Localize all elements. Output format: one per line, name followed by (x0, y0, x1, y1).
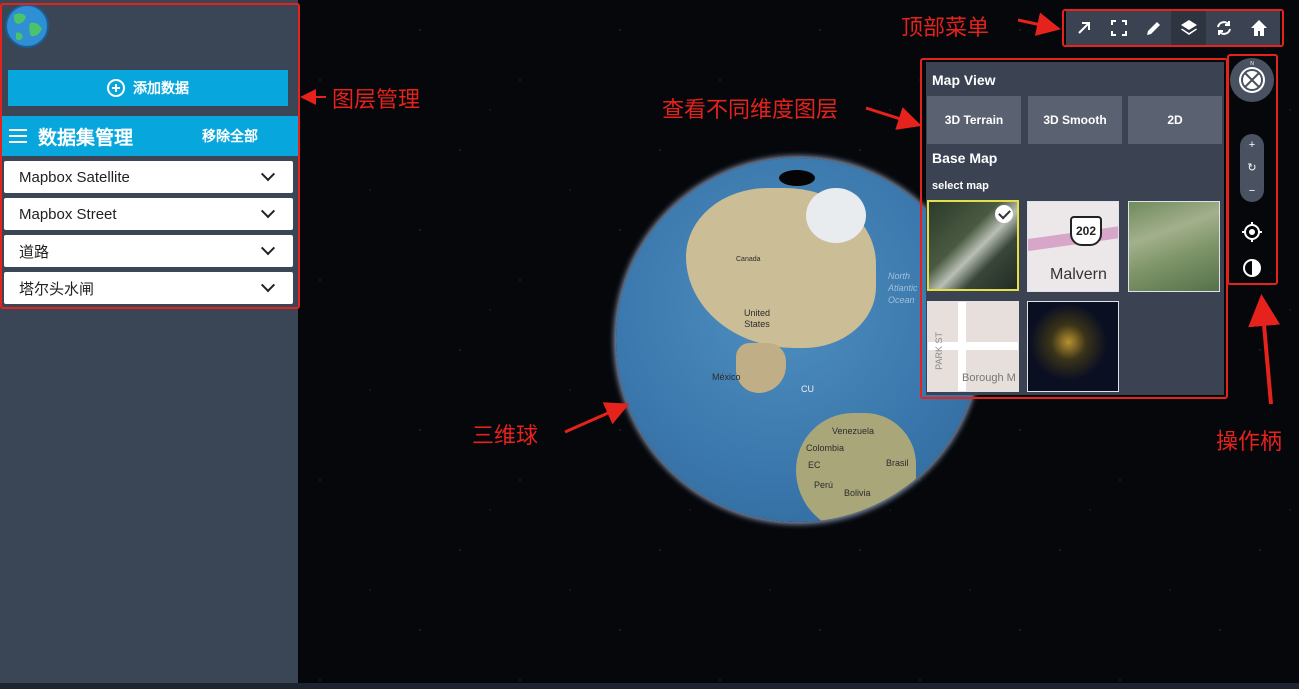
layer-item-label: 塔尔头水闸 (19, 280, 95, 298)
home-icon[interactable] (1241, 11, 1276, 45)
thumb-place-label: Borough M (962, 372, 1016, 384)
select-map-label: select map (932, 180, 989, 192)
globe-label: México (712, 372, 741, 382)
chevron-down-icon[interactable] (260, 241, 276, 256)
globe-label: Venezuela (832, 426, 875, 436)
chevron-down-icon[interactable] (260, 278, 276, 293)
top-toolbar (1066, 11, 1280, 45)
bottom-strip (0, 683, 1299, 689)
polar-cap (779, 170, 815, 186)
compass-icon[interactable]: N (1230, 58, 1274, 102)
locate-icon[interactable] (1240, 220, 1264, 244)
thumb-street-label: PARK ST (934, 332, 944, 370)
arrow-up-right-icon[interactable] (1066, 11, 1101, 45)
layer-item-label: Mapbox Street (19, 205, 117, 223)
dataset-header: 数据集管理 移除全部 (0, 116, 298, 156)
zoom-out-button[interactable]: − (1249, 185, 1255, 197)
navigation-handle: N + ↻ − (1230, 58, 1274, 284)
layer-item-label: 道路 (19, 243, 50, 261)
fullscreen-icon[interactable] (1101, 11, 1136, 45)
earth-logo-icon (5, 4, 49, 48)
basemap-thumb-night[interactable] (1027, 301, 1119, 392)
contrast-icon[interactable] (1240, 256, 1264, 280)
layers-icon[interactable] (1171, 11, 1206, 45)
layer-item[interactable]: 道路 (4, 235, 293, 267)
hamburger-menu-icon[interactable] (9, 129, 27, 143)
layer-item[interactable]: Mapbox Street (4, 198, 293, 230)
thumb-place-label: Malvern (1050, 266, 1107, 283)
basemap-thumb-light[interactable]: PARK ST Borough M (927, 301, 1019, 392)
checkmark-icon (995, 205, 1013, 223)
view-2d-button[interactable]: 2D (1128, 96, 1222, 144)
annotation-top-menu: 顶部菜单 (901, 15, 990, 40)
globe-label: CU (801, 384, 814, 394)
pencil-icon[interactable] (1136, 11, 1171, 45)
layer-sidebar: 添加数据 数据集管理 移除全部 Mapbox Satellite Mapbox … (0, 0, 298, 683)
layer-item[interactable]: 塔尔头水闸 (4, 272, 293, 304)
central-america-land (736, 343, 786, 393)
remove-all-button[interactable]: 移除全部 (202, 126, 258, 146)
basemap-thumb-aerial[interactable] (1128, 201, 1220, 292)
view-3d-terrain-button[interactable]: 3D Terrain (927, 96, 1021, 144)
refresh-icon[interactable] (1206, 11, 1241, 45)
plus-circle-icon (107, 79, 125, 97)
chevron-down-icon[interactable] (260, 204, 276, 219)
chevron-down-icon[interactable] (260, 167, 276, 182)
greenland-land (806, 188, 866, 243)
basemap-thumb-streets[interactable]: 202 Malvern (1027, 201, 1119, 292)
view-3d-smooth-button[interactable]: 3D Smooth (1028, 96, 1122, 144)
highway-shield-icon: 202 (1070, 216, 1102, 246)
svg-text:N: N (1250, 61, 1254, 67)
annotation-globe: 三维球 (472, 423, 539, 448)
globe-label: Canada (736, 256, 761, 263)
map-view-panel: Map View 3D Terrain 3D Smooth 2D Base Ma… (926, 62, 1224, 395)
add-data-label: 添加数据 (133, 80, 189, 96)
globe-label: United States (743, 308, 770, 329)
base-map-title: Base Map (932, 150, 998, 166)
map-view-title: Map View (932, 72, 996, 88)
globe-label: Brasil (886, 458, 909, 468)
dataset-title: 数据集管理 (38, 127, 134, 149)
highway-number: 202 (1075, 224, 1097, 238)
globe-label: EC (808, 460, 821, 470)
layer-list: Mapbox Satellite Mapbox Street 道路 塔尔头水闸 (4, 161, 293, 309)
globe-label: Bolivia (844, 488, 871, 498)
annotation-dimension-layers: 查看不同维度图层 (662, 97, 839, 122)
layer-item[interactable]: Mapbox Satellite (4, 161, 293, 193)
annotation-control-handle: 操作柄 (1216, 429, 1283, 454)
reset-view-button[interactable]: ↻ (1247, 161, 1256, 174)
globe-label: Perú (814, 480, 834, 490)
zoom-in-button[interactable]: + (1249, 139, 1255, 151)
zoom-control: + ↻ − (1240, 134, 1264, 202)
basemap-thumb-satellite[interactable] (927, 200, 1019, 291)
add-data-button[interactable]: 添加数据 (8, 70, 288, 106)
annotation-layer-management: 图层管理 (332, 87, 421, 112)
globe-label: Colombia (806, 443, 845, 453)
layer-item-label: Mapbox Satellite (19, 168, 130, 186)
